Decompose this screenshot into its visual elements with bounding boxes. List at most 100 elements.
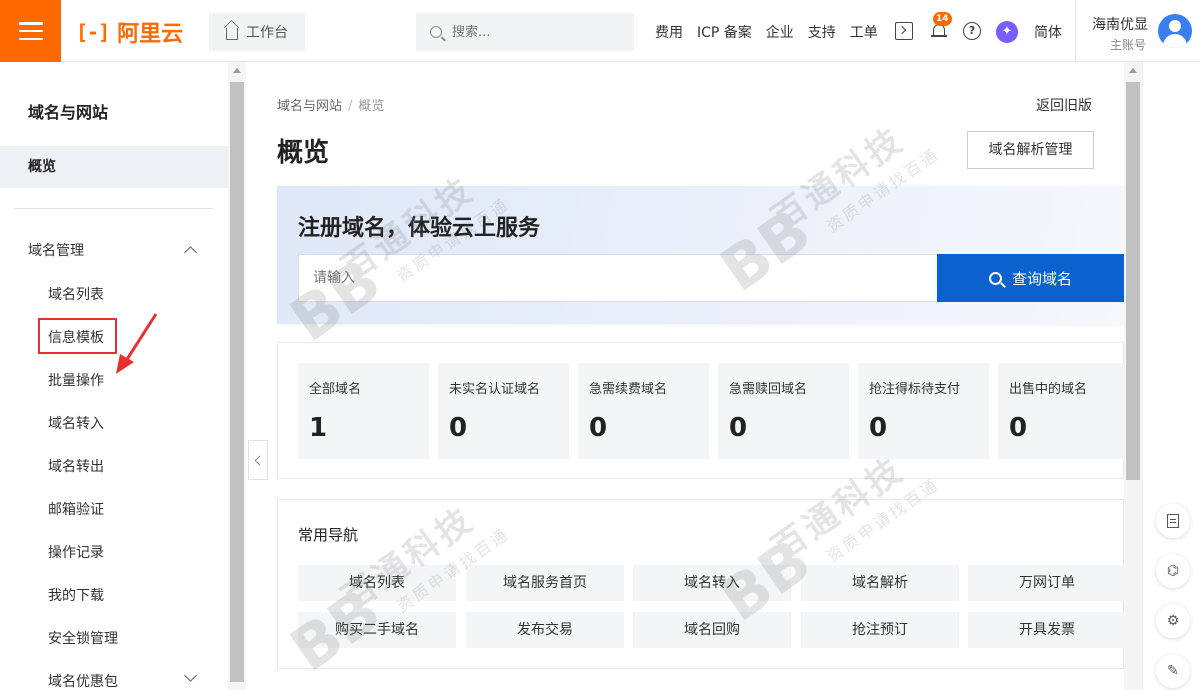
divider [14, 208, 213, 209]
main-scrollbar[interactable] [1124, 62, 1142, 690]
stat-value: 1 [309, 413, 328, 443]
nav-domain-list[interactable]: 域名列表 [298, 565, 456, 601]
query-domain-label: 查询域名 [1011, 269, 1072, 288]
sidebar-item-operation-log[interactable]: 操作记录 [48, 542, 104, 562]
sidebar: 域名与网站 概览 域名管理 域名列表 信息模板 批量操作 域名转入 域名转出 邮… [0, 62, 228, 690]
stat-unverified-domains[interactable]: 未实名认证域名 0 [438, 363, 569, 459]
help-icon[interactable]: ? [963, 22, 981, 40]
document-button[interactable] [1156, 504, 1190, 538]
search-input[interactable] [452, 24, 602, 40]
right-toolbar: ⌬ ⚙ ✎ [1142, 62, 1200, 690]
sidebar-item-domain-transfer-in[interactable]: 域名转入 [48, 413, 104, 433]
nav-invoice[interactable]: 开具发票 [968, 612, 1126, 648]
stat-value: 0 [1009, 413, 1028, 443]
nav-domain-service-home[interactable]: 域名服务首页 [466, 565, 624, 601]
top-nav: 费用 ICP 备案 企业 支持 工单 [655, 22, 878, 42]
stat-label: 抢注得标待支付 [869, 382, 961, 397]
chip-icon: ⌬ [1166, 563, 1180, 579]
stat-value: 0 [589, 413, 608, 443]
nav-domain-buyback[interactable]: 域名回购 [633, 612, 791, 648]
scroll-up-icon[interactable] [233, 68, 241, 73]
feedback-button[interactable]: ✎ [1156, 654, 1190, 688]
stat-value: 0 [449, 413, 468, 443]
sidebar-item-email-verification[interactable]: 邮箱验证 [48, 499, 104, 519]
nav-publish-trade[interactable]: 发布交易 [466, 612, 624, 648]
nav-dns[interactable]: 域名解析 [801, 565, 959, 601]
stat-redeem-needed[interactable]: 急需赎回域名 0 [718, 363, 849, 459]
domain-stats-card: 全部域名 1 未实名认证域名 0 急需续费域名 0 急需赎回域名 0 抢注得标待… [277, 342, 1129, 479]
user-name[interactable]: 海南优显 [1092, 14, 1148, 34]
stat-renewal-needed[interactable]: 急需续费域名 0 [578, 363, 709, 459]
sidebar-scrollbar[interactable] [228, 62, 246, 690]
stat-label: 全部域名 [309, 382, 362, 397]
document-icon [1167, 514, 1179, 528]
collapse-sidebar-button[interactable] [248, 440, 268, 480]
service-button[interactable]: ⌬ [1156, 554, 1190, 588]
home-icon [226, 28, 238, 40]
highlight-box [38, 318, 117, 354]
breadcrumb-separator: / [348, 99, 353, 114]
scrollbar-thumb[interactable] [1126, 82, 1140, 480]
common-navigation-title: 常用导航 [298, 526, 359, 544]
nav-enterprise[interactable]: 企业 [766, 22, 794, 42]
stat-label: 未实名认证域名 [449, 382, 541, 397]
breadcrumb-current: 概览 [358, 99, 385, 114]
nav-fees[interactable]: 费用 [655, 22, 683, 42]
sparkle-icon[interactable]: ✦ [996, 21, 1018, 43]
breadcrumb: 域名与网站 / 概览 [277, 95, 384, 114]
hamburger-icon [18, 22, 43, 40]
gear-icon: ⚙ [1166, 613, 1180, 629]
nav-domain-transfer-in[interactable]: 域名转入 [633, 565, 791, 601]
sidebar-item-domain-list[interactable]: 域名列表 [48, 284, 104, 304]
sidebar-item-batch-operation[interactable]: 批量操作 [48, 370, 104, 390]
stat-label: 出售中的域名 [1009, 382, 1088, 397]
aliyun-logo[interactable]: [-] 阿里云 [76, 17, 183, 47]
sidebar-item-security-lock[interactable]: 安全锁管理 [48, 628, 118, 648]
dns-management-button[interactable]: 域名解析管理 [967, 131, 1094, 169]
nav-ticket[interactable]: 工单 [850, 22, 878, 42]
sidebar-title: 域名与网站 [28, 103, 109, 122]
aliyun-logo-mark: [-] [76, 20, 110, 44]
terminal-icon[interactable] [895, 22, 913, 40]
search-icon [988, 271, 1002, 285]
sidebar-item-my-downloads[interactable]: 我的下载 [48, 585, 104, 605]
divider [1075, 0, 1076, 62]
stat-value: 0 [869, 413, 888, 443]
nav-icp[interactable]: ICP 备案 [697, 22, 752, 42]
notification-badge: 14 [933, 12, 952, 26]
nav-wanwang-orders[interactable]: 万网订单 [968, 565, 1126, 601]
pencil-icon: ✎ [1167, 663, 1179, 679]
chevron-down-icon[interactable] [184, 669, 197, 682]
settings-button[interactable]: ⚙ [1156, 604, 1190, 638]
sidebar-item-domain-transfer-out[interactable]: 域名转出 [48, 456, 104, 476]
domain-search-input[interactable] [298, 254, 937, 302]
top-bar: [-] 阿里云 工作台 费用 ICP 备案 企业 支持 工单 14 ? ✦ 简体… [0, 0, 1200, 62]
chevron-up-icon[interactable] [184, 246, 197, 259]
stat-backorder-pending-payment[interactable]: 抢注得标待支付 0 [858, 363, 989, 459]
workbench-button[interactable]: 工作台 [209, 13, 305, 51]
search-box[interactable] [416, 13, 634, 51]
stat-label: 急需续费域名 [589, 382, 668, 397]
user-role: 主账号 [1110, 38, 1147, 52]
sidebar-item-domain-package[interactable]: 域名优惠包 [48, 671, 118, 690]
scroll-up-icon[interactable] [1129, 68, 1137, 73]
stat-domains-for-sale[interactable]: 出售中的域名 0 [998, 363, 1129, 459]
menu-button[interactable] [0, 0, 61, 62]
avatar[interactable] [1158, 14, 1192, 48]
breadcrumb-domain-site[interactable]: 域名与网站 [277, 99, 342, 114]
sidebar-group-domain-management[interactable]: 域名管理 [28, 240, 84, 260]
nav-buy-secondhand-domain[interactable]: 购买二手域名 [298, 612, 456, 648]
query-domain-button[interactable]: 查询域名 [937, 254, 1124, 302]
language-switch[interactable]: 简体 [1034, 22, 1062, 42]
scrollbar-thumb[interactable] [230, 82, 244, 682]
nav-backorder[interactable]: 抢注预订 [801, 612, 959, 648]
back-to-old-version-link[interactable]: 返回旧版 [1036, 95, 1092, 115]
workbench-label: 工作台 [246, 25, 288, 41]
red-arrow-annotation [116, 313, 158, 374]
sidebar-item-overview[interactable]: 概览 [0, 146, 228, 188]
nav-support[interactable]: 支持 [808, 22, 836, 42]
common-navigation-card: 常用导航 域名列表 域名服务首页 域名转入 域名解析 万网订单 购买二手域名 发… [277, 499, 1126, 669]
stat-all-domains[interactable]: 全部域名 1 [298, 363, 429, 459]
search-icon [430, 26, 442, 38]
page-title: 概览 [277, 138, 330, 168]
